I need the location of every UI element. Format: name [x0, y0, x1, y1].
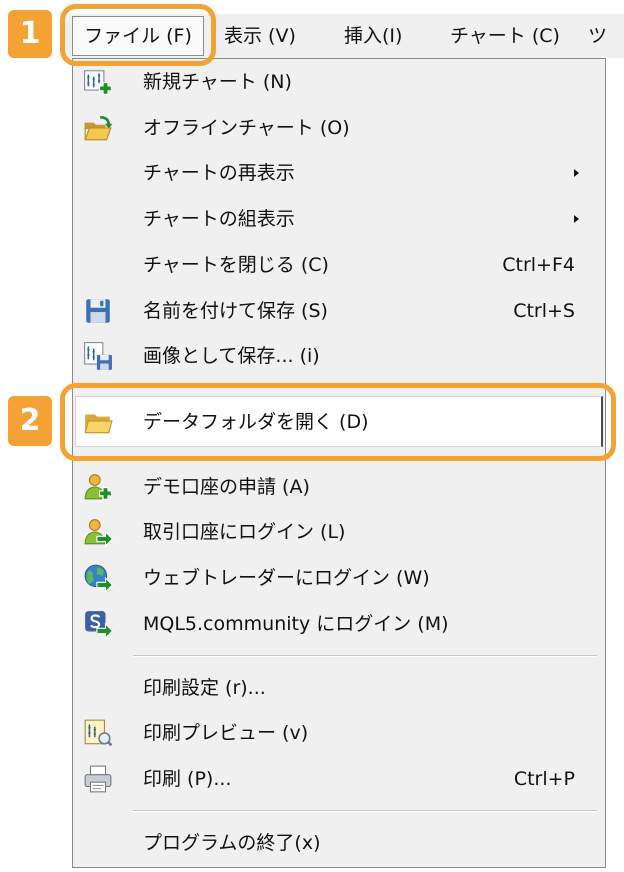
menu-item-login-mql5[interactable]: MQL5.community にログイン (M): [73, 601, 605, 647]
menu-charts-label: チャート (C): [450, 25, 560, 47]
menu-tools[interactable]: ツ: [588, 14, 607, 58]
globe-login-icon: [83, 563, 113, 593]
menu-item-label: 名前を付けて保存 (S): [143, 300, 328, 322]
menu-item-label: 取引口座にログイン (L): [143, 521, 346, 543]
menu-item-save-as-picture[interactable]: 画像として保存... (i): [73, 333, 605, 379]
menu-item-label: 印刷設定 (r)...: [143, 677, 266, 699]
menu-item-save-as[interactable]: 名前を付けて保存 (S) Ctrl+S: [73, 288, 605, 334]
menu-item-label: ウェブトレーダーにログイン (W): [143, 567, 430, 589]
menu-item-chart-redisplay[interactable]: チャートの再表示: [73, 150, 605, 196]
new-chart-icon: [83, 67, 113, 97]
menu-view[interactable]: 表示 (V): [224, 14, 296, 58]
menu-insert[interactable]: 挿入(I): [344, 14, 402, 58]
menu-item-label: チャートの組表示: [143, 208, 295, 230]
mql5-login-icon: [83, 609, 113, 639]
submenu-arrow-icon: [574, 169, 579, 177]
callout-ring-step2: [60, 383, 616, 461]
floppy-disk-icon: [83, 296, 113, 326]
file-menu-dropdown: 新規チャート (N) オフラインチャート (O) チャートの再表示 チャートの組…: [72, 58, 606, 868]
step1-badge: 1: [8, 10, 52, 58]
menu-tools-label: ツ: [588, 25, 608, 47]
print-preview-icon: [83, 718, 113, 748]
menu-item-chart-group[interactable]: チャートの組表示: [73, 196, 605, 242]
menu-item-print[interactable]: 印刷 (P)... Ctrl+P: [73, 756, 605, 802]
menu-item-label: 印刷 (P)...: [143, 768, 232, 790]
menu-item-exit[interactable]: プログラムの終了(x): [73, 820, 605, 866]
menu-item-label: MQL5.community にログイン (M): [143, 613, 449, 635]
menu-item-shortcut: Ctrl+P: [513, 768, 575, 790]
menu-item-label: 画像として保存... (i): [143, 345, 320, 367]
menu-item-shortcut: Ctrl+F4: [502, 254, 575, 276]
callout-ring-step1: [60, 4, 216, 66]
menu-item-print-setup[interactable]: 印刷設定 (r)...: [73, 665, 605, 711]
menu-separator: [133, 810, 597, 812]
menu-item-print-preview[interactable]: 印刷プレビュー (v): [73, 710, 605, 756]
menu-item-label: デモ口座の申請 (A): [143, 476, 310, 498]
save-chart-image-icon: [83, 341, 113, 371]
user-login-icon: [83, 517, 113, 547]
menu-insert-label: 挿入(I): [344, 25, 403, 47]
submenu-arrow-icon: [574, 215, 579, 223]
open-folder-icon: [83, 113, 113, 143]
menu-item-label: プログラムの終了(x): [143, 832, 321, 854]
menu-item-login-web-trader[interactable]: ウェブトレーダーにログイン (W): [73, 555, 605, 601]
menu-item-login-trade-account[interactable]: 取引口座にログイン (L): [73, 509, 605, 555]
user-add-icon: [83, 472, 113, 502]
menu-item-label: 印刷プレビュー (v): [143, 722, 309, 744]
printer-icon: [83, 764, 113, 794]
menu-item-label: オフラインチャート (O): [143, 117, 350, 139]
menu-item-open-demo-account[interactable]: デモ口座の申請 (A): [73, 464, 605, 510]
menu-separator: [133, 655, 597, 657]
menu-charts[interactable]: チャート (C): [450, 14, 560, 58]
menu-view-label: 表示 (V): [224, 25, 296, 47]
menu-item-label: チャートを閉じる (C): [143, 254, 329, 276]
menu-item-close-chart[interactable]: チャートを閉じる (C) Ctrl+F4: [73, 242, 605, 288]
menu-item-shortcut: Ctrl+S: [513, 300, 575, 322]
step2-badge: 2: [8, 396, 52, 446]
menu-item-label: チャートの再表示: [143, 162, 295, 184]
menu-item-offline-chart[interactable]: オフラインチャート (O): [73, 105, 605, 151]
